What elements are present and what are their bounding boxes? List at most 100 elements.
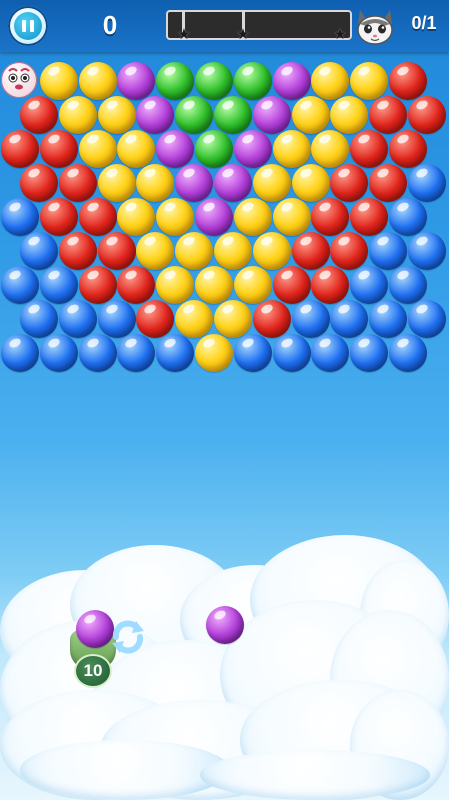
blue-bubble [330,300,369,338]
yellow-bubble [272,198,311,236]
purple-bubble [272,62,311,100]
red-bubble [20,164,58,202]
red-bubble [369,164,408,202]
yellow-bubble [291,96,330,134]
cloud-puff [20,740,230,800]
yellow-bubble [330,96,369,134]
green-bubble [233,62,272,100]
blue-bubble [1,198,39,236]
red-bubble [330,164,369,202]
red-bubble [97,232,136,270]
red-bubble [136,300,175,338]
red-bubble [78,266,117,304]
red-bubble [350,198,389,236]
blue-bubble [408,164,446,202]
yellow-bubble [175,300,214,338]
pause-icon [14,12,42,40]
yellow-bubble [272,130,311,168]
score-label: 0 [102,10,118,40]
purple-bubble [175,164,214,202]
purple-bubble [252,96,291,134]
yellow-bubble [117,130,156,168]
blue-bubble [78,334,117,372]
blue-bubble [350,334,389,372]
yellow-bubble [156,266,195,304]
red-bubble [39,198,78,236]
red-bubble [389,62,427,100]
yellow-bubble [117,198,156,236]
swap-arrows-icon[interactable] [108,615,148,659]
yellow-bubble [195,266,233,304]
blue-bubble [408,232,446,270]
red-bubble [20,96,58,134]
green-bubble [175,96,214,134]
yellow-bubble [214,232,252,270]
purple-bubble [156,130,195,168]
red-bubble [1,130,39,168]
blue-bubble [350,266,389,304]
yellow-bubble [291,164,330,202]
yellow-bubble [233,266,272,304]
blue-bubble [1,266,39,304]
blue-bubble [39,266,78,304]
blue-bubble [20,232,58,270]
purple-bubble [136,96,175,134]
score-progress-bar [166,10,352,40]
next-bubble[interactable] [206,606,244,644]
yellow-bubble [350,62,389,100]
blue-bubble [1,334,39,372]
purple-bubble [117,62,156,100]
yellow-bubble [195,334,233,372]
yellow-bubble [39,62,78,100]
yellow-bubble [78,62,117,100]
green-bubble [156,62,195,100]
red-bubble [369,96,408,134]
blue-bubble [389,198,427,236]
mascot-bubble [1,62,37,98]
blue-bubble [369,300,408,338]
red-bubble [39,130,78,168]
top-hud-bar: 0 ★ ★ ★ 0/1 [0,0,449,52]
blue-bubble [389,266,427,304]
shots-remaining-badge: 10 [74,654,112,688]
blue-bubble [272,334,311,372]
yellow-bubble [156,198,195,236]
red-bubble [291,232,330,270]
pause-button[interactable] [8,6,48,46]
yellow-bubble [311,62,350,100]
green-bubble [214,96,252,134]
yellow-bubble [175,232,214,270]
yellow-bubble [97,96,136,134]
blue-bubble [389,334,427,372]
star-icon: ★ [177,26,191,43]
green-bubble [195,62,233,100]
yellow-bubble [136,164,175,202]
purple-bubble [195,198,233,236]
star-icon: ★ [333,26,347,43]
red-bubble [117,266,156,304]
yellow-bubble [233,198,272,236]
yellow-bubble [311,130,350,168]
purple-bubble [214,164,252,202]
yellow-bubble [214,300,252,338]
red-bubble [311,198,350,236]
blue-bubble [291,300,330,338]
red-bubble [350,130,389,168]
yellow-bubble [97,164,136,202]
cat-face-icon [357,10,393,45]
blue-bubble [117,334,156,372]
blue-bubble [156,334,195,372]
bubble-grid [0,52,449,382]
red-bubble [311,266,350,304]
yellow-bubble [58,96,97,134]
blue-bubble [233,334,272,372]
cloud-puff [200,750,430,800]
yellow-bubble [78,130,117,168]
blue-bubble [311,334,350,372]
purple-bubble [233,130,272,168]
yellow-bubble [252,164,291,202]
blue-bubble [39,334,78,372]
yellow-bubble [252,232,291,270]
blue-bubble [369,232,408,270]
blue-bubble [97,300,136,338]
